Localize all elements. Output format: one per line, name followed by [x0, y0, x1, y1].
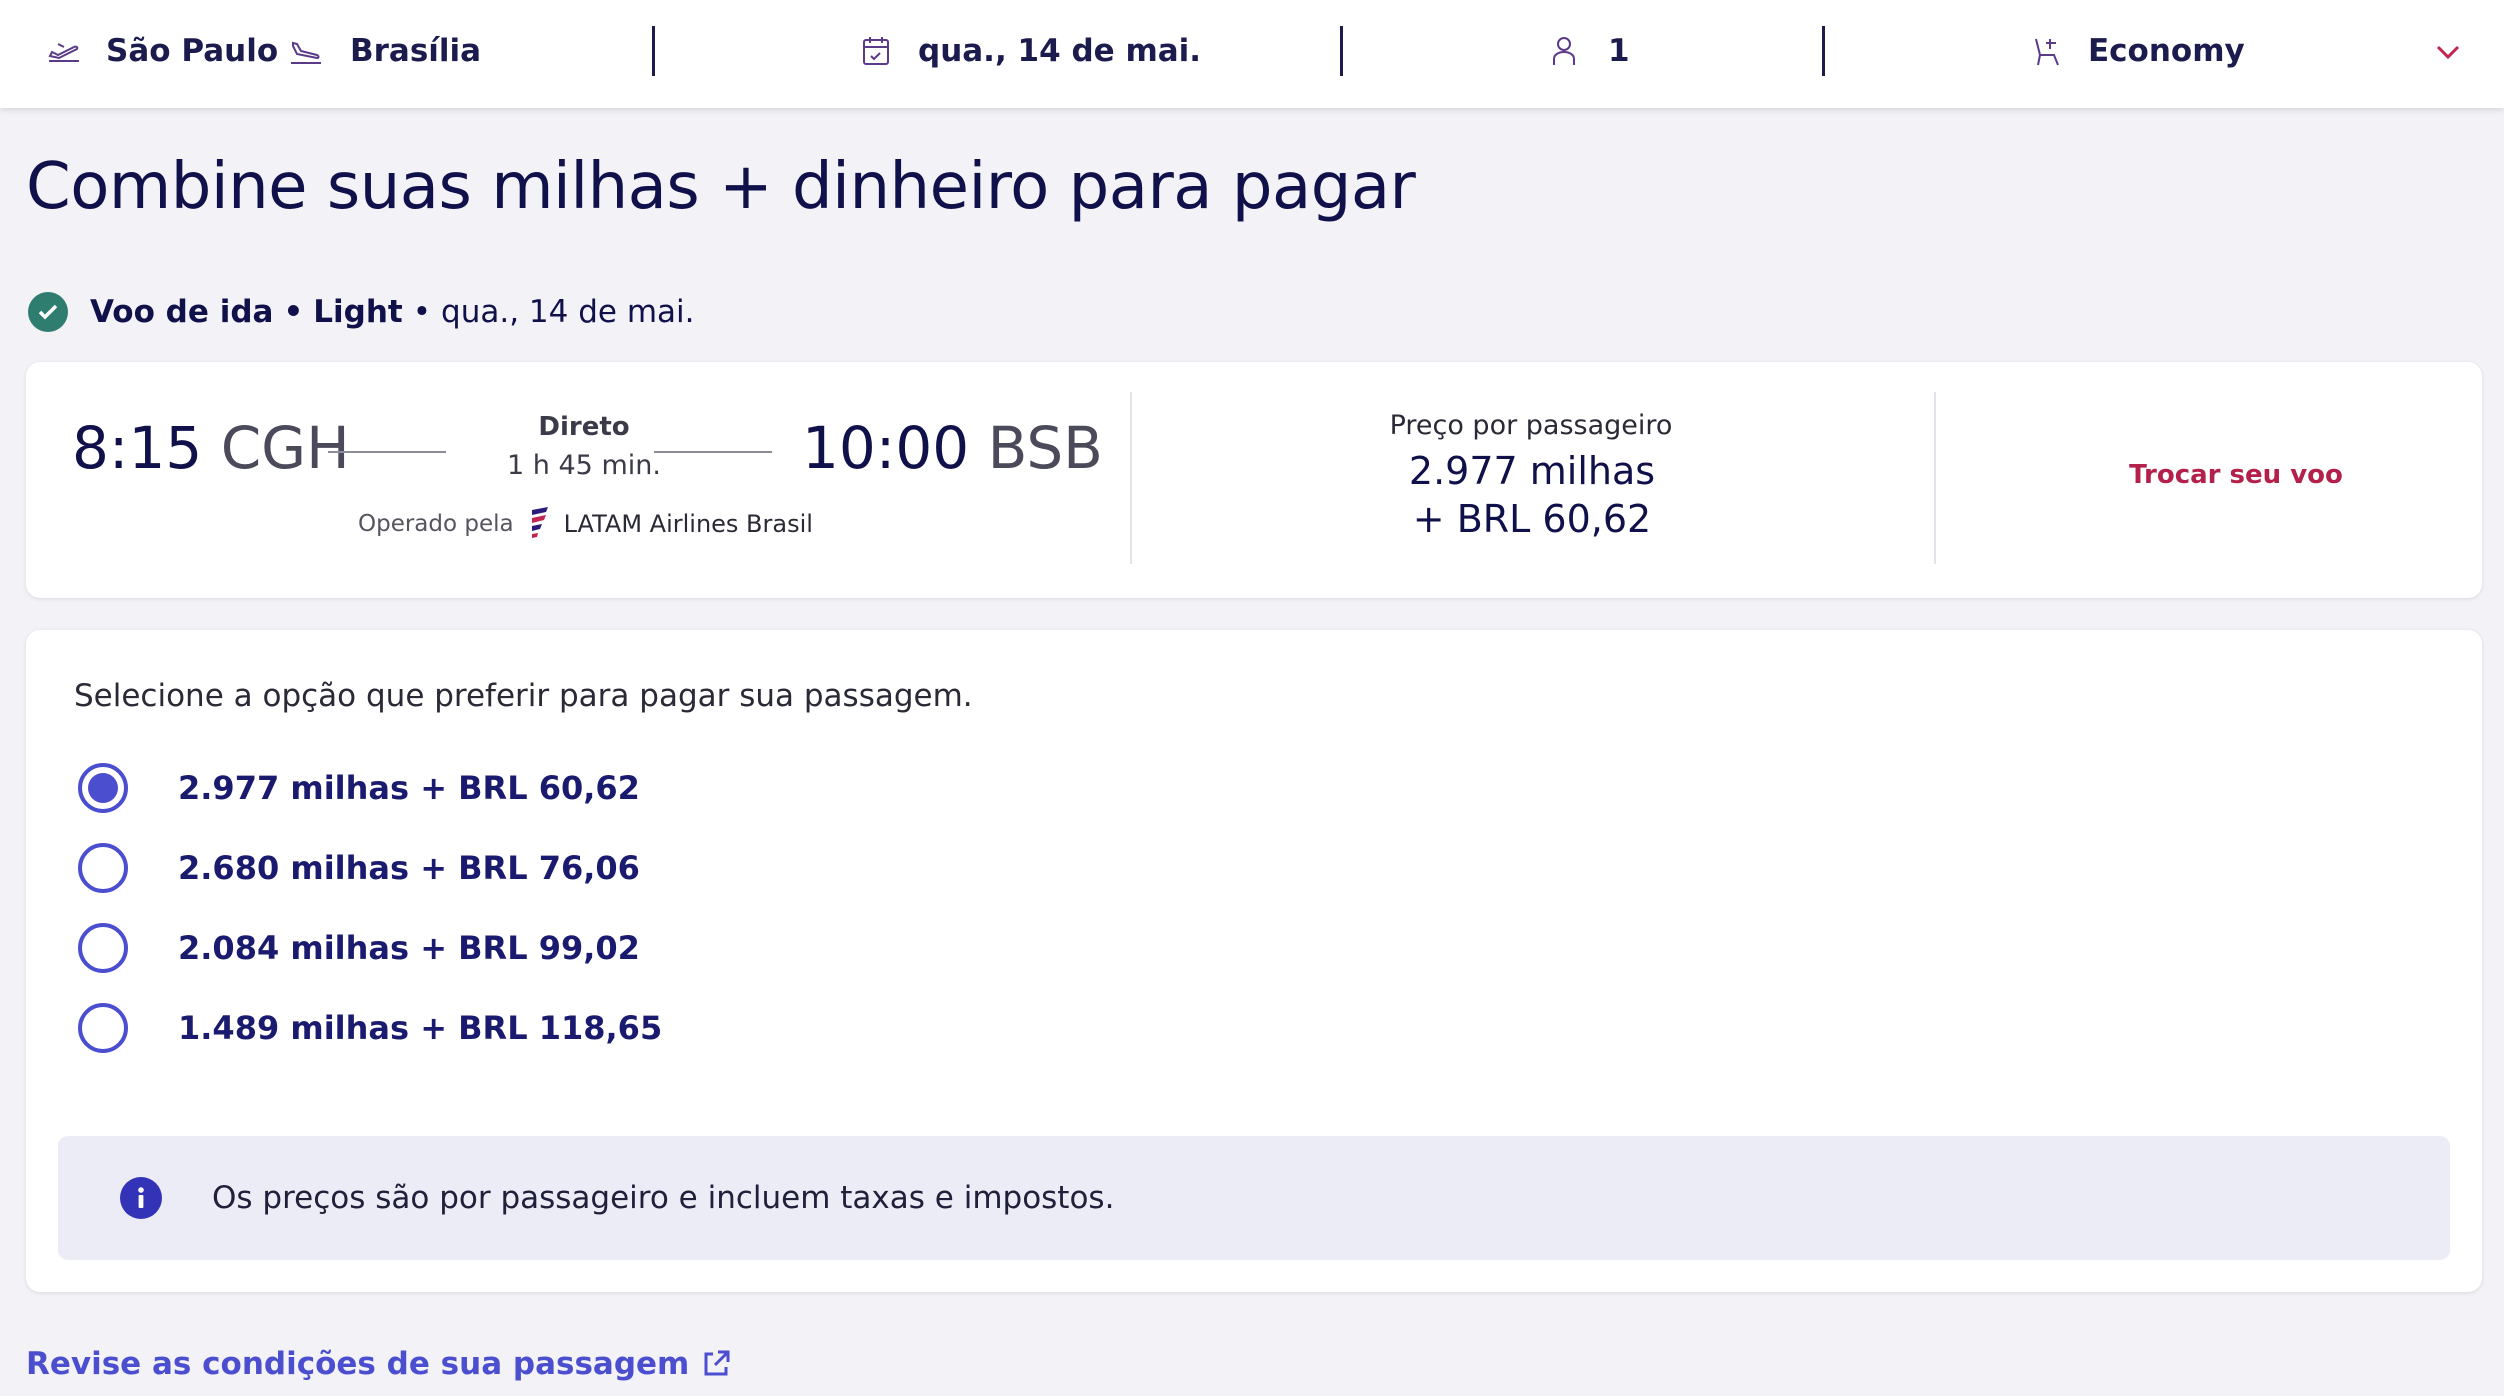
payment-option[interactable]: 1.489 milhas + BRL 118,65 [78, 1000, 662, 1056]
expand-search-button[interactable] [2428, 0, 2468, 102]
price-cash: + BRL 60,62 [1412, 497, 1652, 541]
flight-card: 8:15 CGH Direto 1 h 45 min. 10:00 BSB Op… [26, 362, 2482, 598]
check-icon [28, 292, 68, 332]
info-box: Os preços são por passageiro e incluem t… [58, 1136, 2450, 1260]
operated-by-label: Operado pela [358, 511, 514, 537]
arrival-airport: BSB [987, 414, 1103, 482]
departure: 8:15 CGH [72, 414, 350, 482]
radio-unselected[interactable] [78, 843, 128, 893]
departure-time: 8:15 [72, 414, 203, 482]
payment-option-label: 2.084 milhas + BRL 99,02 [178, 929, 640, 967]
arrival-time: 10:00 [802, 414, 970, 482]
bar-divider [1340, 26, 1343, 76]
route-line [328, 451, 446, 453]
change-flight-link[interactable]: Trocar seu voo [2116, 460, 2356, 490]
price-block: Preço por passageiro 2.977 milhas + BRL … [1132, 410, 1932, 543]
separator-dot: • [283, 294, 304, 330]
chevron-down-icon [2428, 31, 2468, 71]
bar-divider [1822, 26, 1825, 76]
date-field[interactable]: qua., 14 de mai. [856, 0, 1201, 102]
person-icon [1544, 31, 1584, 71]
external-link-icon [699, 1347, 733, 1381]
info-icon [120, 1177, 162, 1219]
radio-unselected[interactable] [78, 923, 128, 973]
info-text: Os preços são por passageiro e incluem t… [212, 1180, 1115, 1216]
origin-label: São Paulo [106, 33, 279, 69]
page-title: Combine suas milhas + dinheiro para paga… [26, 150, 1416, 224]
cabin-label: Economy [2088, 33, 2245, 69]
seat-icon [2028, 31, 2068, 71]
radio-unselected[interactable] [78, 1003, 128, 1053]
payment-option[interactable]: 2.977 milhas + BRL 60,62 [78, 760, 640, 816]
payment-option-label: 2.977 milhas + BRL 60,62 [178, 769, 640, 807]
origin-field[interactable]: São Paulo [44, 0, 278, 102]
destination-field[interactable]: Brasília [286, 0, 481, 102]
review-conditions-label: Revise as condições de sua passagem [26, 1346, 690, 1382]
card-divider [1934, 392, 1936, 564]
flight-summary: Voo de ida • Light • qua., 14 de mai. [28, 288, 694, 336]
bar-divider [652, 26, 655, 76]
search-summary-bar: São Paulo Brasília qua., 14 de mai. 1 Ec… [0, 0, 2504, 108]
operator-name: LATAM Airlines Brasil [563, 510, 813, 538]
landing-icon [286, 31, 326, 71]
duration-label: 1 h 45 min. [507, 450, 661, 481]
price-miles: 2.977 milhas [1408, 449, 1656, 493]
stops-label: Direto [538, 412, 630, 442]
review-conditions-link[interactable]: Revise as condições de sua passagem [26, 1340, 733, 1388]
date-label: qua., 14 de mai. [918, 33, 1202, 69]
payment-option-label: 2.680 milhas + BRL 76,06 [178, 849, 640, 887]
passengers-field[interactable]: 1 [1544, 0, 1630, 102]
arrival: 10:00 BSB [802, 414, 1103, 482]
latam-logo-icon [528, 506, 552, 542]
separator-dot: • [412, 294, 432, 330]
departure-airport: CGH [220, 414, 350, 482]
leg-label: Voo de ida [90, 294, 274, 330]
payment-option-label: 1.489 milhas + BRL 118,65 [178, 1009, 663, 1047]
passengers-count: 1 [1608, 33, 1630, 69]
operated-by: Operado pela LATAM Airlines Brasil [358, 504, 813, 544]
payment-options-card: Selecione a opção que preferir para paga… [26, 630, 2482, 1292]
fare-label: Light [313, 294, 403, 330]
cabin-field[interactable]: Economy [2028, 0, 2245, 102]
payment-option[interactable]: 2.084 milhas + BRL 99,02 [78, 920, 640, 976]
payment-option[interactable]: 2.680 milhas + BRL 76,06 [78, 840, 640, 896]
price-per-passenger-label: Preço por passageiro [1389, 410, 1673, 441]
route-line [654, 451, 772, 453]
destination-label: Brasília [350, 33, 482, 69]
takeoff-icon [44, 31, 84, 71]
payment-prompt: Selecione a opção que preferir para paga… [74, 678, 973, 714]
calendar-icon [856, 31, 896, 71]
summary-date: qua., 14 de mai. [441, 294, 695, 330]
radio-selected[interactable] [78, 763, 128, 813]
